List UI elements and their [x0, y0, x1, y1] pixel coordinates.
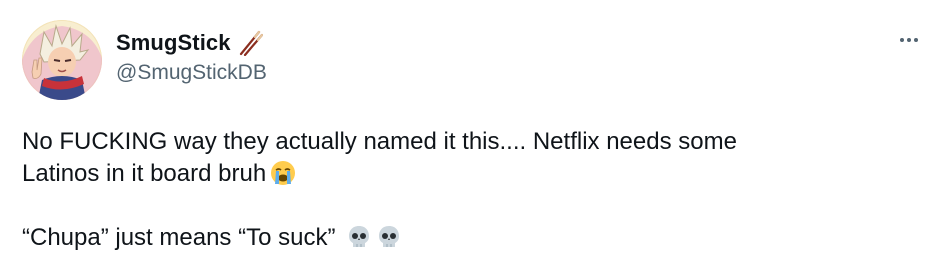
- loudly-crying-face-icon: [270, 160, 296, 186]
- chopsticks-icon: [237, 30, 263, 57]
- skull-icon: [346, 224, 372, 250]
- name-row: SmugStick: [116, 28, 267, 58]
- skull-icon: [376, 224, 402, 250]
- more-dot: [907, 38, 911, 42]
- display-name[interactable]: SmugStick: [116, 30, 231, 56]
- tweet-line-3: “Chupa” just means “To suck”: [22, 222, 922, 254]
- tweet-header: SmugStick @SmugStickDB: [116, 28, 267, 85]
- more-dot: [914, 38, 918, 42]
- user-handle[interactable]: @SmugStickDB: [116, 61, 267, 85]
- more-horizontal-icon: [900, 38, 904, 42]
- tweet-line-1: No FUCKING way they actually named it th…: [22, 128, 737, 155]
- tweet-card: SmugStick @SmugStickDB No FUCKING way th…: [0, 0, 940, 272]
- tweet-text: No FUCKING way they actually named it th…: [22, 126, 922, 254]
- more-options-button[interactable]: [892, 30, 926, 50]
- tweet-line-2: Latinos in it board bruh: [22, 158, 922, 190]
- tweet-line-3-text: “Chupa” just means “To suck”: [22, 224, 336, 251]
- avatar-image: [22, 20, 102, 100]
- tweet-line-2-text: Latinos in it board bruh: [22, 160, 267, 187]
- avatar[interactable]: [22, 20, 102, 100]
